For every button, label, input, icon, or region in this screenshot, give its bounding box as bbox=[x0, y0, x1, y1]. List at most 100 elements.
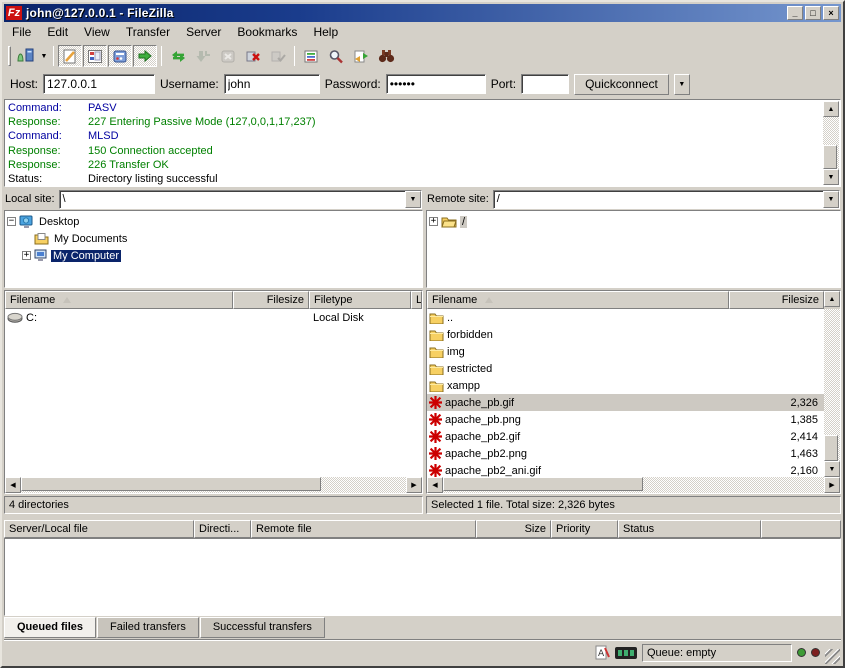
expand-icon[interactable]: + bbox=[429, 217, 438, 226]
folder-row[interactable]: restricted bbox=[427, 360, 824, 377]
remote-vertical-scrollbar[interactable]: ▼ bbox=[824, 309, 840, 477]
cancel-operation-button[interactable] bbox=[216, 45, 240, 67]
maximize-button[interactable]: □ bbox=[805, 6, 821, 20]
file-row-c-drive[interactable]: C: Local Disk bbox=[5, 309, 422, 326]
password-input[interactable] bbox=[386, 74, 486, 94]
file-row[interactable]: apache_pb2.png 1,463 bbox=[427, 445, 824, 462]
column-header-server-local-file[interactable]: Server/Local file bbox=[4, 520, 194, 538]
column-header-direction[interactable]: Directi... bbox=[194, 520, 251, 538]
remote-site-value: / bbox=[494, 191, 823, 208]
synchronized-browsing-button[interactable] bbox=[349, 45, 373, 67]
column-header-size[interactable]: Size bbox=[476, 520, 551, 538]
column-header-remote-file[interactable]: Remote file bbox=[251, 520, 476, 538]
local-rows: C: Local Disk bbox=[5, 309, 422, 477]
local-horizontal-scrollbar[interactable]: ◀ ▶ bbox=[5, 477, 422, 493]
minimize-button[interactable]: _ bbox=[787, 6, 803, 20]
local-site-combo[interactable]: \ ▼ bbox=[59, 190, 422, 209]
toggle-transfer-queue-button[interactable] bbox=[133, 45, 157, 67]
column-header-priority[interactable]: Priority bbox=[551, 520, 618, 538]
toolbar-grip[interactable] bbox=[8, 46, 11, 66]
my-documents-icon bbox=[34, 232, 49, 245]
toggle-remote-tree-button[interactable] bbox=[108, 45, 132, 67]
menu-bookmarks[interactable]: Bookmarks bbox=[229, 23, 305, 41]
folder-row[interactable]: forbidden bbox=[427, 326, 824, 343]
file-row[interactable]: apache_pb.png 1,385 bbox=[427, 411, 824, 428]
column-header-filesize[interactable]: Filesize bbox=[729, 291, 824, 309]
username-input[interactable] bbox=[224, 74, 320, 94]
tab-failed-transfers[interactable]: Failed transfers bbox=[97, 617, 199, 638]
file-row[interactable]: apache_pb2_ani.gif 2,160 bbox=[427, 462, 824, 477]
scroll-left-icon[interactable]: ◀ bbox=[5, 477, 21, 493]
collapse-icon[interactable]: − bbox=[7, 217, 16, 226]
folder-row[interactable]: img bbox=[427, 343, 824, 360]
menu-server[interactable]: Server bbox=[178, 23, 229, 41]
scroll-right-icon[interactable]: ▶ bbox=[824, 477, 840, 493]
column-header-filetype[interactable]: Filetype bbox=[309, 291, 411, 309]
directory-comparison-button[interactable] bbox=[374, 45, 398, 67]
site-manager-button[interactable] bbox=[14, 45, 38, 67]
scroll-right-icon[interactable]: ▶ bbox=[406, 477, 422, 493]
toggle-local-tree-button[interactable] bbox=[83, 45, 107, 67]
log-line: Status:Directory listing successful bbox=[8, 172, 837, 186]
tree-item-my-computer[interactable]: + My Computer bbox=[22, 247, 420, 264]
column-header-filename[interactable]: Filename bbox=[5, 291, 233, 309]
log-scroll-thumb[interactable] bbox=[823, 145, 837, 169]
resize-grip[interactable] bbox=[825, 649, 840, 664]
sort-ascending-icon bbox=[63, 297, 71, 303]
menu-transfer[interactable]: Transfer bbox=[118, 23, 178, 41]
process-queue-button[interactable] bbox=[191, 45, 215, 67]
file-search-button[interactable] bbox=[324, 45, 348, 67]
toggle-message-log-button[interactable] bbox=[58, 45, 82, 67]
filezilla-window: Fz john@127.0.0.1 - FileZilla _ □ × File… bbox=[0, 0, 845, 668]
remote-horizontal-scrollbar[interactable]: ◀ ▶ bbox=[427, 477, 840, 493]
folder-row[interactable]: .. bbox=[427, 309, 824, 326]
remote-site-combo[interactable]: / ▼ bbox=[493, 190, 840, 209]
column-header-filesize[interactable]: Filesize bbox=[233, 291, 309, 309]
image-file-icon bbox=[429, 396, 442, 409]
host-input[interactable] bbox=[43, 74, 155, 94]
quickconnect-button[interactable]: Quickconnect bbox=[574, 74, 669, 95]
column-header-status[interactable]: Status bbox=[618, 520, 761, 538]
title-bar[interactable]: Fz john@127.0.0.1 - FileZilla _ □ × bbox=[4, 4, 841, 22]
menu-edit[interactable]: Edit bbox=[39, 23, 76, 41]
column-header-lastmodified[interactable]: L bbox=[411, 291, 422, 309]
scroll-up-icon[interactable]: ▲ bbox=[823, 101, 839, 117]
remote-hscroll-thumb[interactable] bbox=[443, 477, 643, 491]
folder-row[interactable]: xampp bbox=[427, 377, 824, 394]
quickconnect-dropdown[interactable]: ▼ bbox=[674, 74, 690, 95]
tab-successful-transfers[interactable]: Successful transfers bbox=[200, 617, 325, 638]
column-header-filename[interactable]: Filename bbox=[427, 291, 729, 309]
site-manager-dropdown[interactable]: ▼ bbox=[39, 45, 49, 67]
tree-item-desktop[interactable]: − Desktop bbox=[7, 213, 420, 230]
close-button[interactable]: × bbox=[823, 6, 839, 20]
folder-icon bbox=[429, 380, 444, 392]
combo-dropdown-icon[interactable]: ▼ bbox=[405, 191, 421, 208]
scroll-down-icon[interactable]: ▼ bbox=[823, 169, 839, 185]
queue-body[interactable] bbox=[4, 538, 841, 616]
toolbar: ▼ bbox=[4, 42, 841, 70]
tree-item-root[interactable]: + / bbox=[429, 213, 838, 230]
expand-icon[interactable]: + bbox=[22, 251, 31, 260]
log-scrollbar[interactable]: ▲ ▼ bbox=[823, 101, 839, 185]
remote-file-list: Filename Filesize ▲ .. forbidden bbox=[426, 290, 841, 494]
menu-view[interactable]: View bbox=[76, 23, 118, 41]
remote-vscroll-thumb[interactable] bbox=[824, 435, 838, 461]
directory-listing-filters-button[interactable] bbox=[299, 45, 323, 67]
scroll-down-icon[interactable]: ▼ bbox=[824, 461, 840, 477]
combo-dropdown-icon[interactable]: ▼ bbox=[823, 191, 839, 208]
port-input[interactable] bbox=[521, 74, 569, 94]
refresh-button[interactable] bbox=[166, 45, 190, 67]
scroll-left-icon[interactable]: ◀ bbox=[427, 477, 443, 493]
file-row-selected[interactable]: apache_pb.gif 2,326 bbox=[427, 394, 824, 411]
menu-help[interactable]: Help bbox=[305, 23, 346, 41]
tab-queued-files[interactable]: Queued files bbox=[4, 617, 96, 638]
scroll-up-icon[interactable]: ▲ bbox=[824, 291, 840, 307]
local-hscroll-thumb[interactable] bbox=[21, 477, 321, 491]
menu-file[interactable]: File bbox=[4, 23, 39, 41]
file-row[interactable]: apache_pb2.gif 2,414 bbox=[427, 428, 824, 445]
tree-item-my-documents[interactable]: My Documents bbox=[22, 230, 420, 247]
reconnect-button[interactable] bbox=[266, 45, 290, 67]
search-icon bbox=[328, 49, 344, 64]
image-file-icon bbox=[429, 430, 442, 443]
disconnect-button[interactable] bbox=[241, 45, 265, 67]
